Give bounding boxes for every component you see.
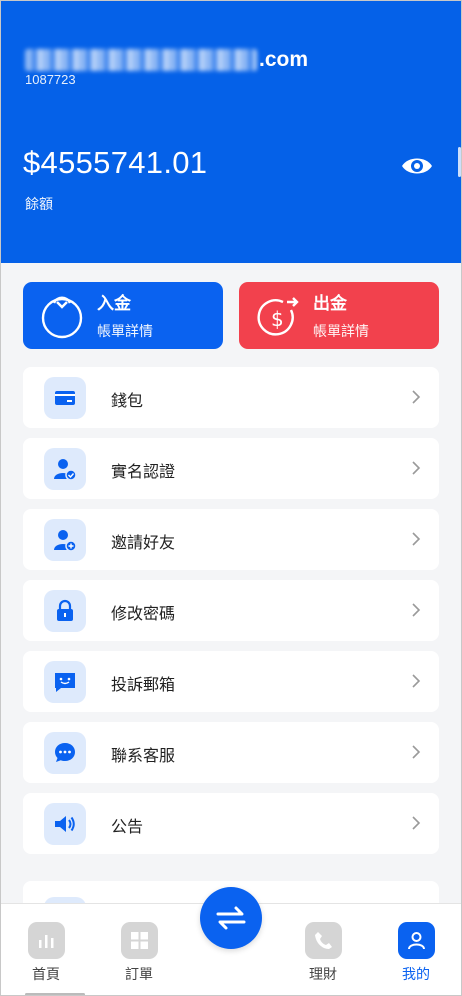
deposit-icon xyxy=(41,296,83,339)
email-row: .com xyxy=(25,45,308,75)
chevron-right-icon xyxy=(412,532,421,546)
menu-item-label: 修改密碼 xyxy=(111,606,176,623)
lock-icon xyxy=(57,599,73,621)
withdraw-subtitle: 帳單詳情 xyxy=(313,323,369,339)
tab-orders[interactable]: 訂單 xyxy=(109,922,169,988)
chat-icon xyxy=(55,743,75,762)
tab-mine[interactable]: 我的 xyxy=(386,922,446,988)
menu-item-label: 投訴郵箱 xyxy=(111,677,176,694)
menu-item-change-password[interactable]: 修改密碼 xyxy=(23,580,439,641)
menu-item-announcement[interactable]: 公告 xyxy=(23,793,439,854)
chat-icon-box xyxy=(44,732,86,774)
balance-amount: $4555741.01 xyxy=(23,145,208,180)
svg-text:$: $ xyxy=(271,307,284,331)
speaker-icon xyxy=(55,816,75,832)
menu-item-complaint-email[interactable]: 投訴郵箱 xyxy=(23,651,439,712)
tab-label: 首頁 xyxy=(32,966,60,982)
fund-actions: 入金 帳單詳情 $ 出金 帳單詳情 xyxy=(23,282,439,349)
tab-finance[interactable]: 理財 xyxy=(293,922,353,988)
account-header: .com 1087723 $4555741.01 餘額 xyxy=(1,1,461,263)
orders-tab-icon-box xyxy=(121,922,158,959)
feedback-icon-box xyxy=(44,661,86,703)
chevron-right-icon xyxy=(412,603,421,617)
withdraw-icon: $ xyxy=(257,297,299,336)
menu-item-label: 聯系客服 xyxy=(111,748,176,765)
user-icon xyxy=(408,932,425,950)
home-tab-icon-box xyxy=(28,922,65,959)
user-id: 1087723 xyxy=(25,72,76,87)
chevron-right-icon xyxy=(412,745,421,759)
tab-label: 訂單 xyxy=(125,966,153,982)
chevron-right-icon xyxy=(412,390,421,404)
eye-icon[interactable] xyxy=(400,151,434,181)
lock-icon-box xyxy=(44,590,86,632)
menu-item-label: 錢包 xyxy=(111,393,144,410)
menu-item-label: 公告 xyxy=(111,819,144,836)
email-suffix: .com xyxy=(259,48,309,71)
menu-item-invite[interactable]: 邀請好友 xyxy=(23,509,439,570)
verified-user-icon xyxy=(54,459,77,481)
balance-label: 餘額 xyxy=(25,196,53,212)
menu-item-wallet[interactable]: 錢包 xyxy=(23,367,439,428)
speaker-icon-box xyxy=(44,803,86,845)
app-screen: .com 1087723 $4555741.01 餘額 入金 帳單詳情 $ 出金… xyxy=(0,0,462,996)
deposit-card[interactable]: 入金 帳單詳情 xyxy=(23,282,223,349)
chevron-right-icon xyxy=(412,461,421,475)
add-user-icon-box xyxy=(44,519,86,561)
grid-icon xyxy=(131,932,148,949)
tab-home[interactable]: 首頁 xyxy=(16,922,76,988)
wallet-icon-box xyxy=(44,377,86,419)
verified-user-icon-box xyxy=(44,448,86,490)
deposit-title: 入金 xyxy=(97,294,131,313)
trade-button[interactable] xyxy=(200,887,262,949)
chevron-right-icon xyxy=(412,816,421,830)
withdraw-card[interactable]: $ 出金 帳單詳情 xyxy=(239,282,439,349)
email-redacted xyxy=(25,49,257,71)
menu-item-customer-service[interactable]: 聯系客服 xyxy=(23,722,439,783)
menu-item-label: 邀請好友 xyxy=(111,535,176,552)
mine-tab-icon-box xyxy=(398,922,435,959)
finance-tab-icon-box xyxy=(305,922,342,959)
feedback-icon xyxy=(55,673,75,692)
swap-arrows-icon xyxy=(216,906,246,930)
chevron-right-icon xyxy=(412,674,421,688)
deposit-subtitle: 帳單詳情 xyxy=(97,323,153,339)
add-user-icon xyxy=(54,530,77,552)
menu-item-verification[interactable]: 實名認證 xyxy=(23,438,439,499)
withdraw-title: 出金 xyxy=(313,294,347,313)
menu-item-label: 實名認證 xyxy=(111,464,176,481)
tab-label: 我的 xyxy=(402,966,430,982)
bar-chart-icon xyxy=(39,935,54,948)
wallet-icon xyxy=(55,391,75,405)
phone-icon xyxy=(315,932,332,949)
tab-label: 理財 xyxy=(309,966,337,982)
scroll-indicator xyxy=(458,147,461,177)
